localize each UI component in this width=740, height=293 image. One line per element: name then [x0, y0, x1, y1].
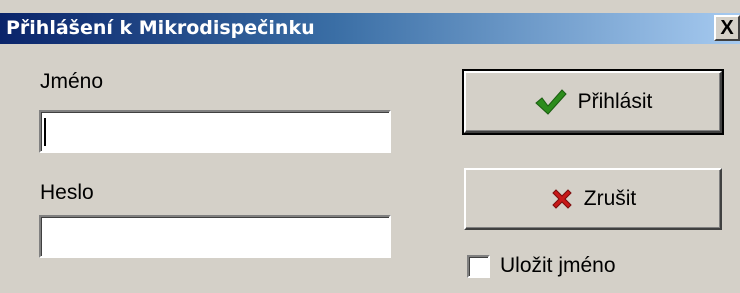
name-input[interactable] [39, 110, 391, 153]
cross-icon [550, 187, 574, 211]
login-button[interactable]: Přihlásit [462, 69, 724, 135]
cancel-button-label: Zrušit [583, 187, 637, 210]
password-input[interactable] [39, 215, 391, 258]
cancel-button[interactable]: Zrušit [464, 168, 722, 230]
save-name-option[interactable]: Uložit jméno [467, 254, 616, 278]
text-caret [44, 118, 46, 146]
close-button[interactable]: X [714, 15, 740, 41]
password-label: Heslo [40, 181, 94, 204]
close-icon: X [720, 17, 734, 39]
title-bar: Přihlášení k Mikrodispečinku [0, 13, 740, 44]
save-name-label: Uložit jméno [500, 254, 616, 277]
window-title: Přihlášení k Mikrodispečinku [6, 17, 315, 39]
login-dialog: Přihlášení k Mikrodispečinku X Jméno Hes… [0, 0, 740, 293]
name-label: Jméno [40, 70, 104, 93]
login-button-label: Přihlásit [577, 90, 653, 113]
checkmark-icon [534, 87, 568, 117]
save-name-checkbox[interactable] [467, 254, 490, 278]
